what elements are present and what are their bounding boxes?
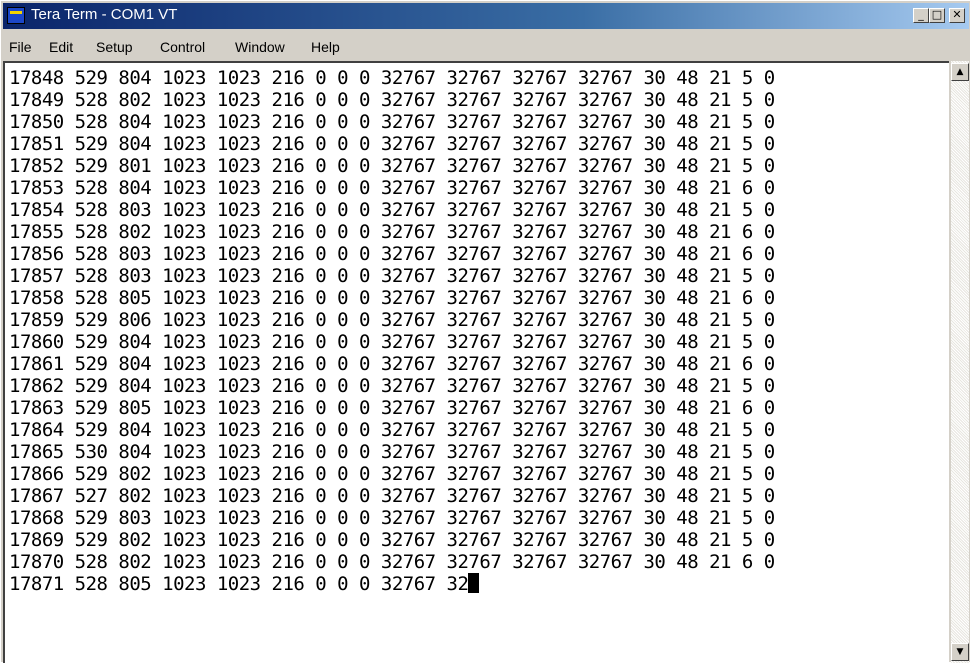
menu-help[interactable]: Help [311, 39, 340, 55]
scroll-up-icon[interactable]: ▲ [951, 63, 969, 81]
minimize-button[interactable]: _ [913, 8, 929, 23]
terminal-line: 17870 528 802 1023 1023 216 0 0 0 32767 … [9, 551, 775, 573]
terminal-line: 17860 529 804 1023 1023 216 0 0 0 32767 … [9, 331, 775, 353]
menu-file[interactable]: File [9, 39, 32, 55]
terminal-line: 17865 530 804 1023 1023 216 0 0 0 32767 … [9, 441, 775, 463]
terminal-line: 17861 529 804 1023 1023 216 0 0 0 32767 … [9, 353, 775, 375]
terminal-line: 17852 529 801 1023 1023 216 0 0 0 32767 … [9, 155, 775, 177]
window-title: Tera Term - COM1 VT [31, 6, 178, 23]
terminal-line: 17862 529 804 1023 1023 216 0 0 0 32767 … [9, 375, 775, 397]
close-button[interactable]: ✕ [949, 8, 965, 23]
terminal-line: 17851 529 804 1023 1023 216 0 0 0 32767 … [9, 133, 775, 155]
terminal-line: 17854 528 803 1023 1023 216 0 0 0 32767 … [9, 199, 775, 221]
terminal-line: 17850 528 804 1023 1023 216 0 0 0 32767 … [9, 111, 775, 133]
terminal-line: 17867 527 802 1023 1023 216 0 0 0 32767 … [9, 485, 775, 507]
terminal-line: 17868 529 803 1023 1023 216 0 0 0 32767 … [9, 507, 775, 529]
terminal-line: 17859 529 806 1023 1023 216 0 0 0 32767 … [9, 309, 775, 331]
scroll-down-icon[interactable]: ▼ [951, 643, 969, 661]
menu-window[interactable]: Window [235, 39, 285, 55]
terminal-output[interactable]: 17848 529 804 1023 1023 216 0 0 0 32767 … [3, 61, 949, 663]
terminal-line: 17863 529 805 1023 1023 216 0 0 0 32767 … [9, 397, 775, 419]
terminal-line: 17869 529 802 1023 1023 216 0 0 0 32767 … [9, 529, 775, 551]
terminal-line: 17849 528 802 1023 1023 216 0 0 0 32767 … [9, 89, 775, 111]
terminal-current-text: 17871 528 805 1023 1023 216 0 0 0 32767 … [9, 573, 469, 595]
terminal-line: 17855 528 802 1023 1023 216 0 0 0 32767 … [9, 221, 775, 243]
terminal-line: 17848 529 804 1023 1023 216 0 0 0 32767 … [9, 67, 775, 89]
maximize-button[interactable]: □ [929, 8, 945, 23]
terminal-line: 17856 528 803 1023 1023 216 0 0 0 32767 … [9, 243, 775, 265]
terminal-line: 17858 528 805 1023 1023 216 0 0 0 32767 … [9, 287, 775, 309]
menu-setup[interactable]: Setup [96, 39, 133, 55]
text-cursor [468, 573, 480, 593]
terminal-line: 17866 529 802 1023 1023 216 0 0 0 32767 … [9, 463, 775, 485]
menu-edit[interactable]: Edit [49, 39, 73, 55]
terminal-current-line: 17871 528 805 1023 1023 216 0 0 0 32767 … [9, 573, 480, 595]
menu-control[interactable]: Control [160, 39, 205, 55]
menu-bar: File Edit Setup Control Window Help [3, 37, 969, 59]
teraterm-window: Tera Term - COM1 VT _ □ ✕ File Edit Setu… [0, 0, 970, 663]
vertical-scrollbar[interactable]: ▲ ▼ [951, 61, 969, 663]
terminal-line: 17857 528 803 1023 1023 216 0 0 0 32767 … [9, 265, 775, 287]
title-bar[interactable]: Tera Term - COM1 VT _ □ ✕ [3, 3, 969, 29]
teraterm-app-icon[interactable] [7, 7, 25, 24]
terminal-line: 17853 528 804 1023 1023 216 0 0 0 32767 … [9, 177, 775, 199]
terminal-line: 17864 529 804 1023 1023 216 0 0 0 32767 … [9, 419, 775, 441]
